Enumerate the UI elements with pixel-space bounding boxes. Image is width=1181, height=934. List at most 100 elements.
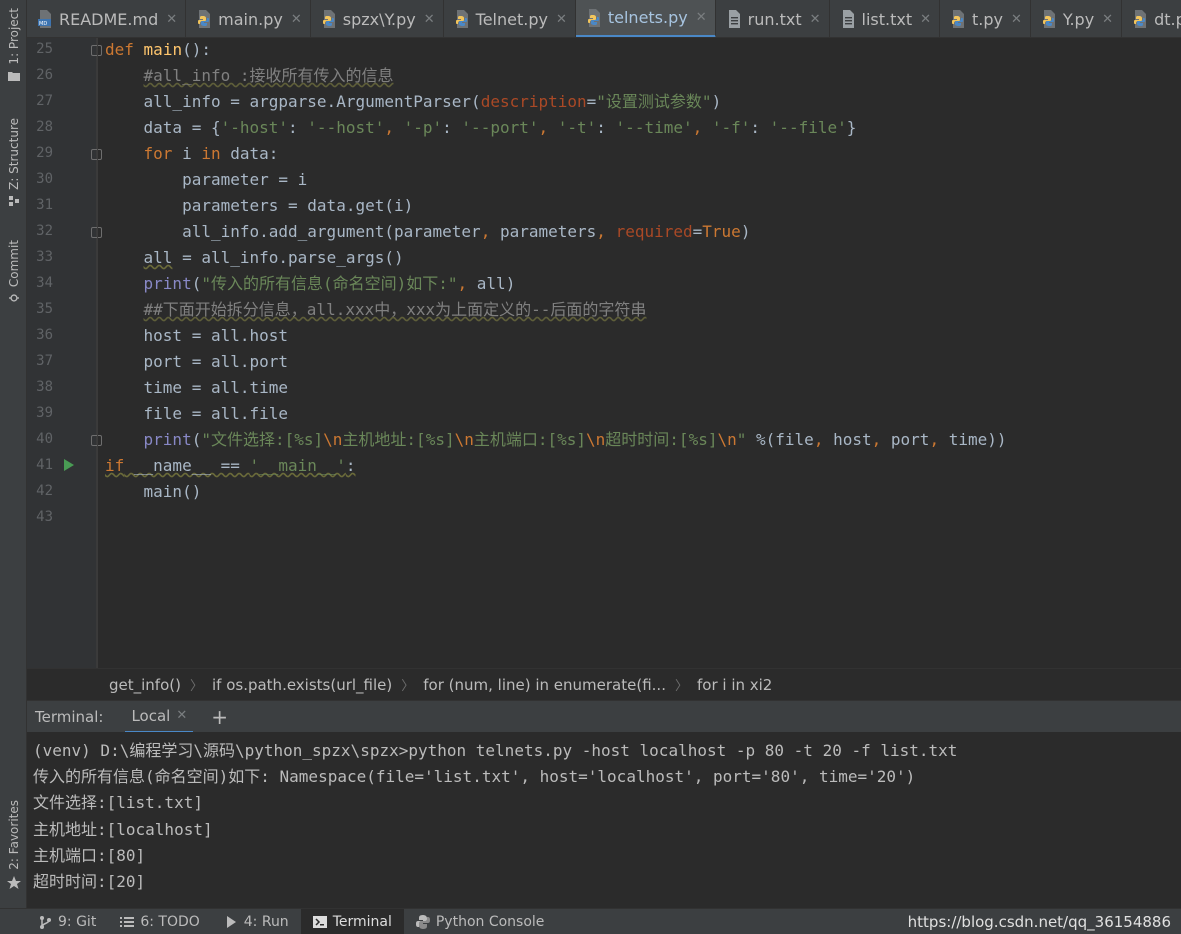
token-text: parameters = data.get(i) [182,196,414,215]
code-line-41: if __name__ == '__main__': [105,456,355,476]
editor-tab[interactable]: list.txt ✕ [830,0,941,37]
token-punct: , [457,274,468,293]
token-builtin: print [143,430,192,449]
python-console-tool-button[interactable]: Python Console [404,909,557,934]
editor-tab[interactable]: Telnet.py ✕ [444,0,576,37]
close-icon[interactable]: ✕ [696,10,707,25]
terminal-line: 超时时间:[20] [33,872,146,891]
run-gutter-icon[interactable] [64,459,74,471]
token-text: : [442,118,462,137]
editor-tab[interactable]: t.py ✕ [940,0,1031,37]
close-icon[interactable]: ✕ [1102,12,1113,27]
close-icon[interactable]: ✕ [1011,12,1022,27]
token-escape: \n [323,430,343,449]
token-string: '--port' [461,118,539,137]
line-number-gutter: 25 26 27 28 29 30 31 32 33 34 35 36 37 38 39 40 41 42 43 [27,38,102,668]
token-punct: , [871,430,882,449]
line-number: 36 [36,327,53,343]
token-keyword: if [105,456,125,475]
code-editor[interactable]: 25 26 27 28 29 30 31 32 33 34 35 36 37 38 39 40 41 42 43 d… [27,38,1181,668]
token-text: port = all.port [143,352,289,371]
structure-tool-button[interactable]: Z: Structure [0,118,27,206]
close-icon[interactable]: ✕ [810,12,821,27]
close-icon[interactable]: ✕ [291,12,302,27]
close-icon[interactable]: ✕ [176,708,187,723]
text-file-icon [840,10,856,28]
code-line-26: #all_info :接收所有传入的信息 [105,66,394,86]
terminal-header: Terminal: Local ✕ + [27,700,1181,733]
python-file-icon [454,10,470,28]
project-tool-button[interactable]: 1: Project [0,8,27,81]
terminal-output[interactable]: (venv) D:\编程学习\源码\python_spzx\spzx>pytho… [27,732,1181,908]
token-text: all_info = argparse.ArgumentParser( [143,92,481,111]
git-tool-button[interactable]: 9: Git [0,909,108,934]
token-string: '-host' [220,118,289,137]
run-icon [226,915,236,928]
line-number: 40 [36,431,53,447]
editor-tab[interactable]: main.py ✕ [186,0,311,37]
python-file-icon [950,10,966,28]
editor-tab[interactable]: MD README.md ✕ [27,0,187,37]
editor-tab-label: t.py [972,9,1004,29]
breadcrumb-item[interactable]: for i in xi2 [697,676,772,694]
terminal-tool-button[interactable]: Terminal [300,908,404,934]
python-file-icon [196,10,212,28]
project-tool-label: 1: Project [6,8,21,65]
left-tool-strip: 1: Project Z: Structure Commit 2: Favori… [0,0,27,908]
close-icon[interactable]: ✕ [920,12,931,27]
editor-tab[interactable]: run.txt ✕ [716,0,830,37]
line-number: 32 [36,223,53,239]
token-comment: ##下面开始拆分信息，all.xxx中，xxx为上面定义的--后面的字符串 [143,300,647,319]
git-branch-icon [40,915,51,929]
close-icon[interactable]: ✕ [424,12,435,27]
close-icon[interactable]: ✕ [556,12,567,27]
new-terminal-plus-icon[interactable]: + [211,705,228,729]
token-text: port [881,430,930,449]
line-number: 27 [36,93,53,109]
token-comment: #all_info :接收所有传入的信息 [143,66,394,85]
breadcrumb-item[interactable]: for (num, line) in enumerate(fi... [423,676,666,694]
editor-tab[interactable]: telnets.py ✕ [575,0,716,37]
editor-tab[interactable]: spzx\Y.py ✕ [311,0,444,37]
token-text: __name__ == [124,456,250,475]
todo-tool-label: 6: TODO [140,913,200,930]
svg-text:MD: MD [39,21,47,27]
breadcrumb-item[interactable]: if os.path.exists(url_file) [212,676,392,694]
run-tool-button[interactable]: 4: Run [212,909,301,934]
editor-tab[interactable]: dt.py✕ [1122,0,1181,37]
close-icon[interactable]: ✕ [166,12,177,27]
python-file-icon [1132,10,1148,28]
line-number: 42 [36,483,53,499]
terminal-title: Terminal: [35,707,104,726]
run-tool-label: 4: Run [243,913,289,930]
python-icon [415,914,430,929]
code-line-39: file = all.file [105,404,289,424]
git-tool-label: 9: Git [58,913,97,930]
code-line-28: data = {'-host': '--host', '-p': '--port… [105,118,857,138]
favorites-tool-button[interactable]: 2: Favorites [0,800,27,890]
commit-tool-button[interactable]: Commit [0,240,27,303]
terminal-tab-local[interactable]: Local ✕ [125,701,194,733]
breadcrumb-separator-icon: 〉 [674,679,688,694]
terminal-line: (venv) D:\编程学习\源码\python_spzx\spzx>pytho… [33,741,958,760]
structure-tool-label: Z: Structure [6,118,21,190]
editor-tab[interactable]: Y.py ✕ [1031,0,1123,37]
code-line-42: main() [105,482,202,502]
terminal-line: 文件选择:[list.txt] [33,793,203,813]
code-line-30: parameter = i [105,170,307,190]
token-keyword: for [143,144,173,163]
token-text: : [750,118,770,137]
breadcrumb-item[interactable]: get_info() [109,676,181,694]
terminal-line: 主机端口:[80] [33,845,146,865]
python-file-icon [1041,10,1057,28]
line-number: 43 [36,509,53,525]
terminal-tab-label: Local [131,706,171,725]
token-string: 超时时间:[%s] [605,430,718,449]
breadcrumb-separator-icon: 〉 [189,679,203,694]
terminal-icon [312,915,327,928]
todo-tool-button[interactable]: 6: TODO [108,909,211,934]
token-text: data: [220,144,279,163]
token-keyword: in [201,144,221,163]
token-text: ( [191,274,202,293]
token-text: i [172,144,202,163]
